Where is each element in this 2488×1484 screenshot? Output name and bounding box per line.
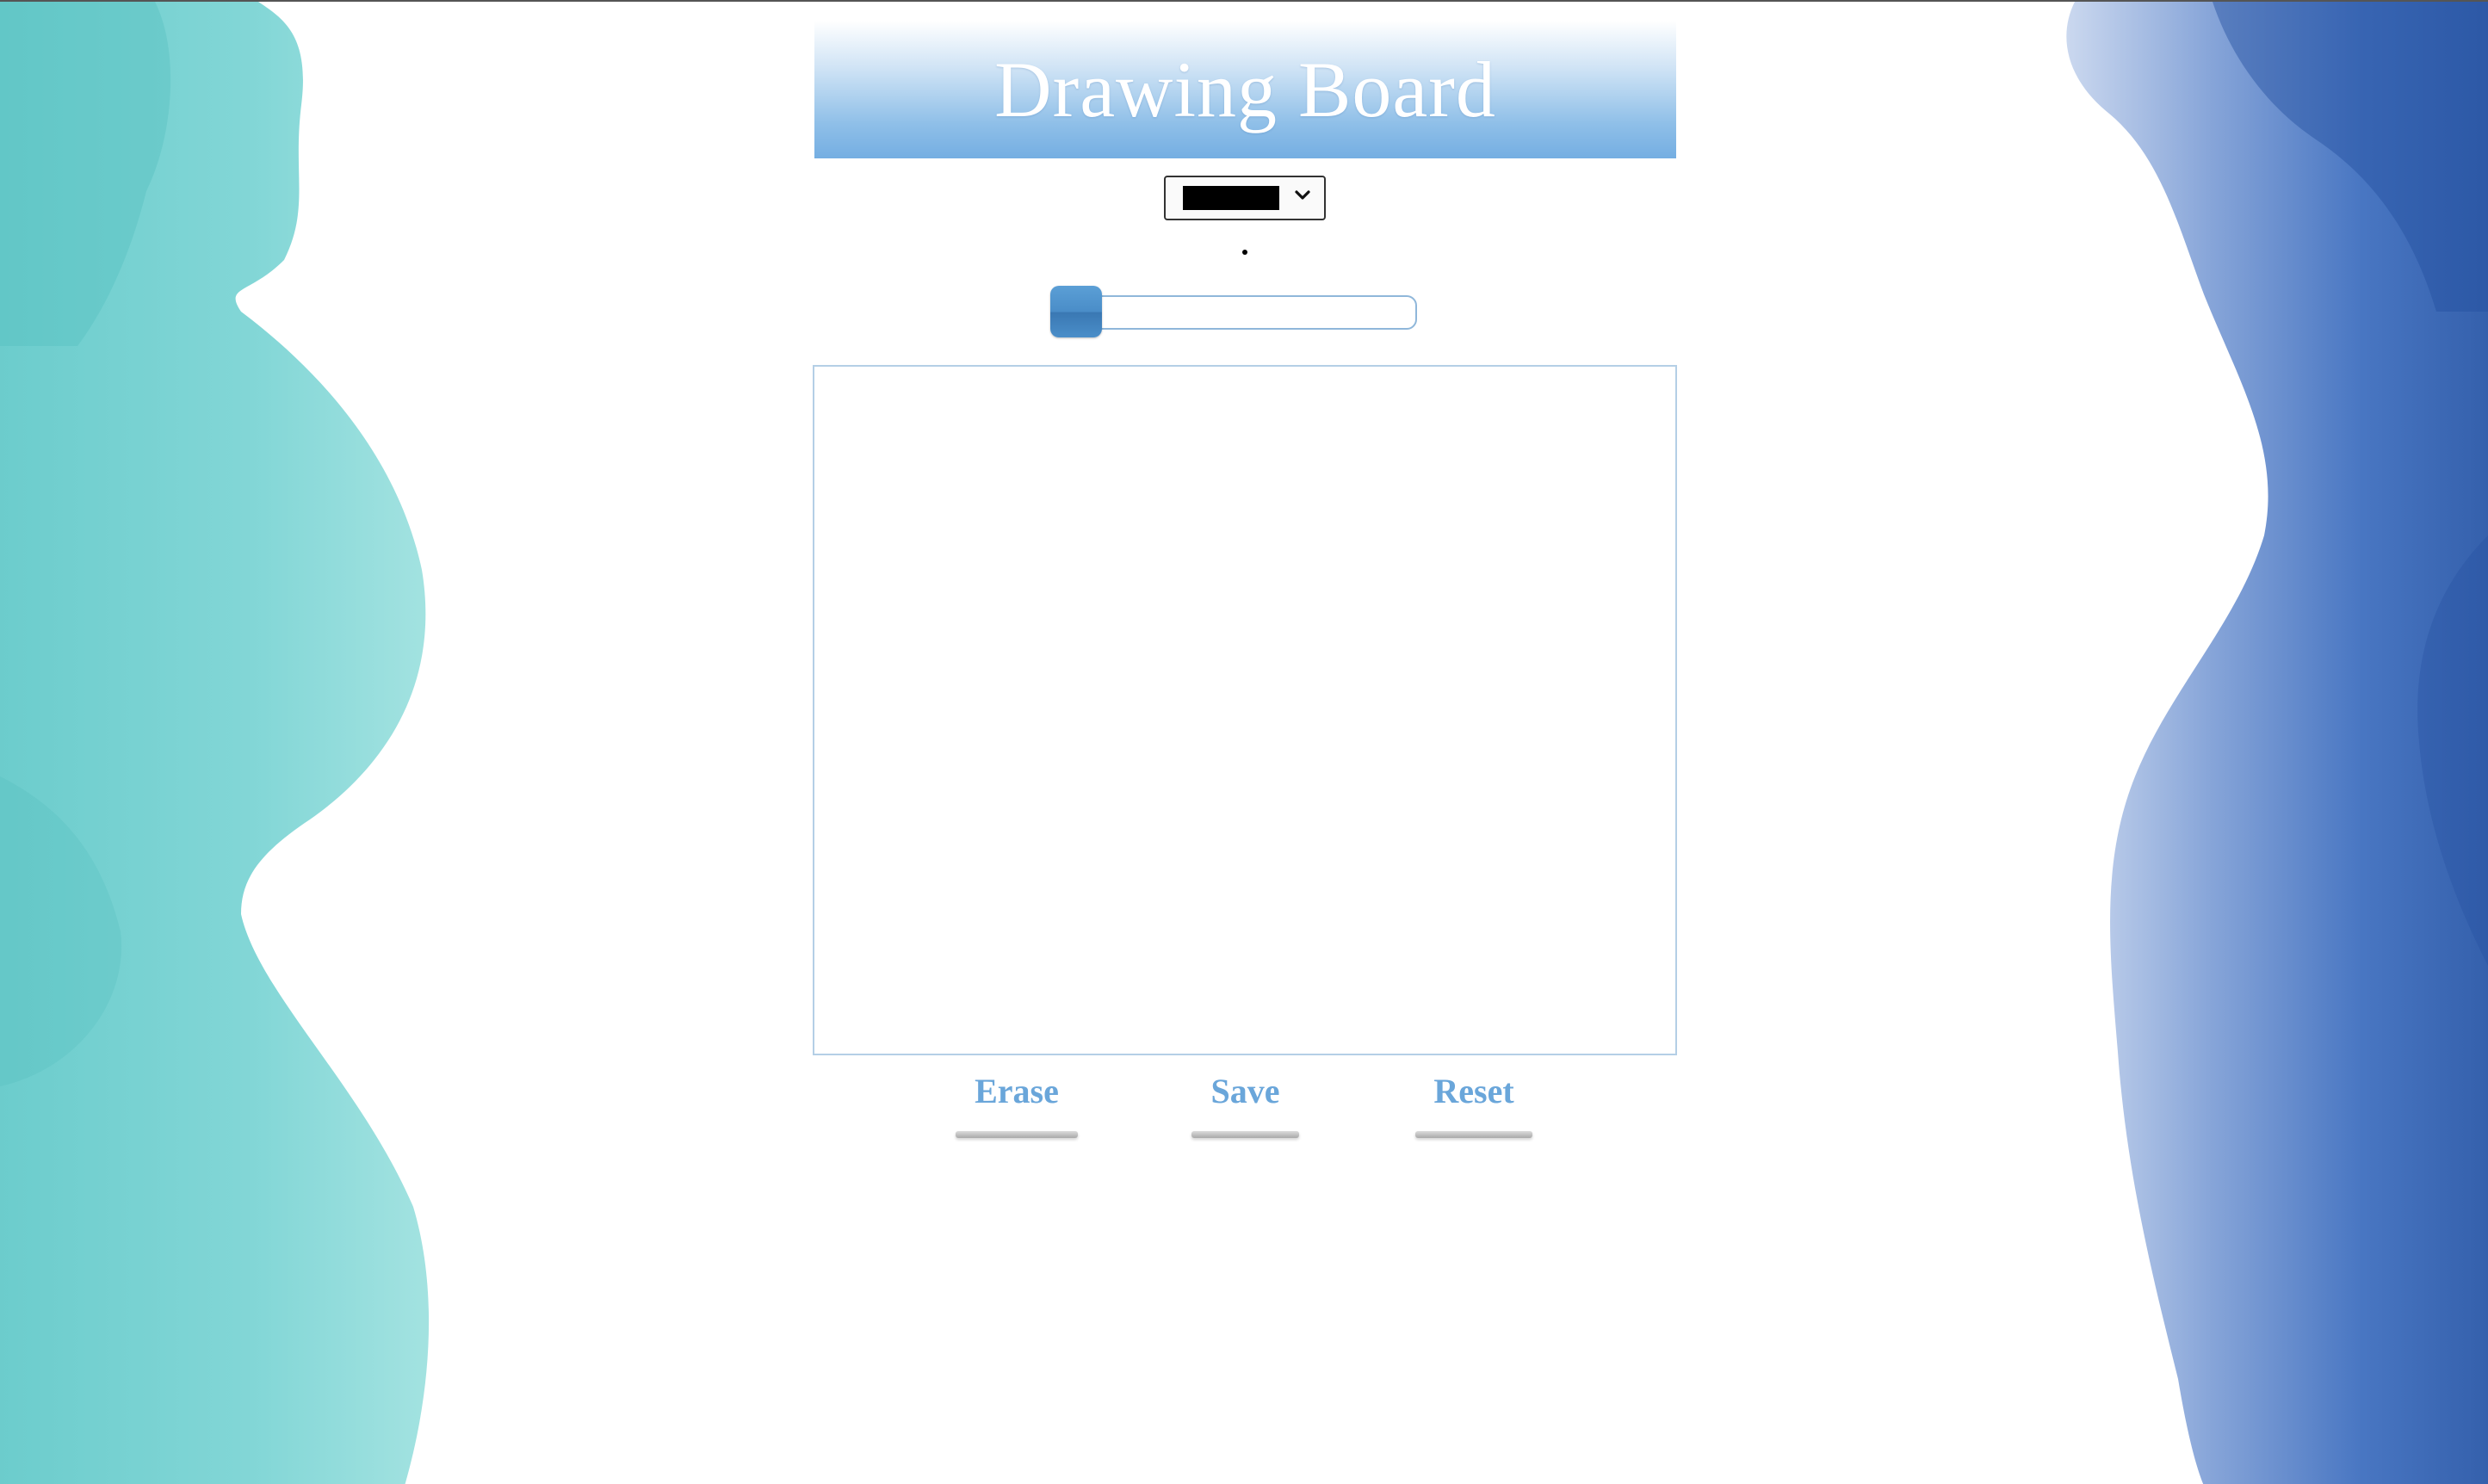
teal-watercolor-decoration (0, 2, 430, 1484)
brush-size-preview (1242, 250, 1247, 255)
blue-watercolor-decoration (2066, 2, 2488, 1484)
erase-button[interactable]: Erase (956, 1069, 1078, 1138)
brush-size-slider-track[interactable] (1052, 295, 1417, 330)
header-banner: Drawing Board (814, 21, 1676, 158)
drawing-board-page: Drawing Board Erase Save Reset (0, 0, 2488, 1484)
chevron-down-icon (1295, 190, 1310, 200)
selected-color-swatch (1183, 186, 1279, 210)
reset-button[interactable]: Reset (1415, 1069, 1532, 1138)
page-title: Drawing Board (994, 46, 1496, 133)
brush-size-slider-thumb[interactable] (1050, 286, 1102, 337)
drawing-canvas[interactable] (813, 365, 1677, 1055)
color-select[interactable] (1164, 176, 1326, 220)
save-button[interactable]: Save (1191, 1069, 1299, 1138)
